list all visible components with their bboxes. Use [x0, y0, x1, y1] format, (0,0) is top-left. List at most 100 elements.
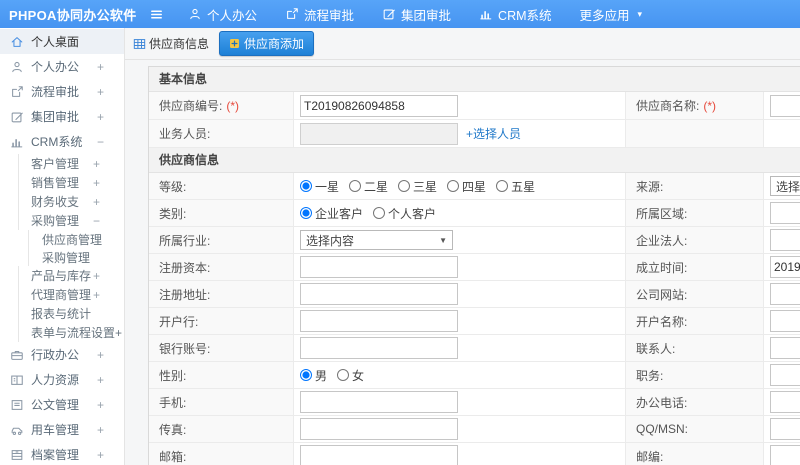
- nav-item-workflow-approval[interactable]: 流程审批: [285, 5, 354, 24]
- gender-radio-option-1[interactable]: 女: [337, 367, 364, 384]
- sidebar-item-purchasing[interactable]: 采购管理: [28, 248, 124, 266]
- sidebar-item-label: 产品与库存: [31, 269, 92, 283]
- sidebar-item-doc-mgmt[interactable]: 公文管理 +: [0, 392, 124, 417]
- level-radio-1[interactable]: [349, 180, 362, 192]
- sidebar-item-hr[interactable]: 人力资源 +: [0, 367, 124, 392]
- qq-msn-input[interactable]: [770, 418, 800, 440]
- gender-radio-0[interactable]: [300, 369, 312, 381]
- sidebar-item-product-inventory[interactable]: 产品与库存 +: [18, 266, 124, 285]
- level-radio-option-2[interactable]: 三星: [398, 178, 437, 195]
- sidebar-item-workflow-approval[interactable]: 流程审批 +: [0, 79, 124, 104]
- company-website-input[interactable]: [770, 283, 800, 305]
- contact-person-input[interactable]: [770, 337, 800, 359]
- expand-icon[interactable]: +: [93, 288, 100, 302]
- account-name-input[interactable]: [770, 310, 800, 332]
- fax-value-cell: [294, 416, 626, 442]
- source-select[interactable]: 选择内容▼: [770, 176, 800, 196]
- level-radio-3[interactable]: [447, 180, 460, 192]
- supplier-name-label: 供应商名称: (*): [626, 92, 764, 119]
- sidebar-item-agent-mgmt[interactable]: 代理商管理 +: [18, 285, 124, 304]
- sidebar-item-personal-office[interactable]: 个人办公 +: [0, 54, 124, 79]
- nav-item-more-apps[interactable]: 更多应用 ▾: [580, 5, 643, 24]
- category-value-cell: 企业客户 个人客户: [294, 200, 626, 226]
- field-label-text: 性别:: [159, 368, 187, 383]
- level-radio-0[interactable]: [300, 180, 312, 192]
- expand-icon[interactable]: +: [93, 157, 100, 171]
- email-value-cell: [294, 443, 626, 465]
- tab-supplier-info[interactable]: 供应商信息: [133, 35, 209, 52]
- business-staff-input[interactable]: [300, 122, 458, 145]
- sidebar-item-purchase-mgmt[interactable]: 采购管理 −: [18, 211, 124, 230]
- level-radio-4[interactable]: [496, 180, 509, 192]
- fax-input[interactable]: [300, 418, 458, 440]
- expand-icon[interactable]: +: [97, 448, 104, 462]
- legal-person-input[interactable]: [770, 229, 800, 251]
- founding-date-input[interactable]: [770, 256, 800, 278]
- sidebar-item-label: 采购管理: [31, 214, 80, 228]
- level-radio-2[interactable]: [398, 180, 411, 192]
- category-radio-0[interactable]: [300, 207, 312, 219]
- level-radio-option-3[interactable]: 四星: [447, 178, 486, 195]
- expand-icon[interactable]: +: [97, 85, 104, 99]
- collapse-icon[interactable]: −: [97, 135, 104, 149]
- sidebar-item-group-approval[interactable]: 集团审批 +: [0, 104, 124, 129]
- nav-item-personal-office[interactable]: 个人办公: [188, 5, 257, 24]
- select-value: 选择内容: [776, 179, 800, 194]
- bank-input[interactable]: [300, 310, 458, 332]
- expand-icon[interactable]: +: [97, 373, 104, 387]
- supplier-name-input[interactable]: [770, 94, 800, 117]
- nav-item-crm-system[interactable]: CRM系统: [479, 5, 552, 24]
- office-phone-input[interactable]: [770, 391, 800, 413]
- radio-label: 个人客户: [388, 206, 437, 221]
- category-radio-option-0[interactable]: 企业客户: [300, 205, 363, 222]
- expand-icon[interactable]: +: [93, 195, 100, 209]
- sidebar-item-supplier-mgmt[interactable]: 供应商管理: [28, 230, 124, 248]
- level-radio-option-1[interactable]: 二星: [349, 178, 388, 195]
- expand-icon[interactable]: +: [97, 423, 104, 437]
- registered-capital-input[interactable]: [300, 256, 458, 278]
- sidebar-item-customer-mgmt[interactable]: 客户管理 +: [18, 154, 124, 173]
- sidebar-item-form-flow-settings[interactable]: 表单与流程设置+: [18, 323, 124, 342]
- sidebar-item-finance[interactable]: 财务收支 +: [18, 192, 124, 211]
- sidebar-item-archive-mgmt[interactable]: 档案管理 +: [0, 442, 124, 465]
- expand-icon[interactable]: +: [93, 269, 100, 283]
- job-title-input[interactable]: [770, 364, 800, 386]
- sidebar-item-reports[interactable]: 报表与统计: [18, 304, 124, 323]
- collapse-icon[interactable]: −: [93, 214, 100, 228]
- fax-label: 传真:: [149, 416, 294, 442]
- sidebar-item-sales-mgmt[interactable]: 销售管理 +: [18, 173, 124, 192]
- mobile-input[interactable]: [300, 391, 458, 413]
- nav-item-group-approval[interactable]: 集团审批: [382, 5, 451, 24]
- industry-select[interactable]: 选择内容 ▼: [300, 230, 453, 250]
- registered-address-label: 注册地址:: [149, 281, 294, 307]
- region-input[interactable]: [770, 202, 800, 224]
- category-radio-option-1[interactable]: 个人客户: [373, 205, 436, 222]
- hamburger-menu-icon[interactable]: [149, 7, 164, 22]
- sidebar-item-crm-system[interactable]: CRM系统 −: [0, 129, 124, 154]
- registered-address-input[interactable]: [300, 283, 458, 305]
- gender-radio-option-0[interactable]: 男: [300, 367, 327, 384]
- category-radio-1[interactable]: [373, 207, 386, 219]
- level-radio-option-4[interactable]: 五星: [496, 178, 535, 195]
- source-label: 来源:: [626, 173, 764, 199]
- business-staff-label: 业务人员:: [149, 120, 294, 147]
- business-staff-link[interactable]: +选择人员: [466, 125, 521, 142]
- sidebar-item-label: 销售管理: [31, 176, 80, 190]
- level-radio-option-0[interactable]: 一星: [300, 178, 339, 195]
- expand-icon[interactable]: +: [97, 398, 104, 412]
- account-name-label: 开户名称:: [626, 308, 764, 334]
- email-input[interactable]: [300, 445, 458, 465]
- sidebar-item-personal-desktop[interactable]: 个人桌面: [0, 29, 124, 54]
- expand-icon[interactable]: +: [97, 348, 104, 362]
- tab-supplier-add[interactable]: 供应商添加: [219, 31, 315, 56]
- sidebar-item-admin-office[interactable]: 行政办公 +: [0, 342, 124, 367]
- expand-icon[interactable]: +: [97, 60, 104, 74]
- postcode-input[interactable]: [770, 445, 800, 465]
- gender-radio-1[interactable]: [337, 369, 350, 381]
- expand-icon[interactable]: +: [93, 176, 100, 190]
- expand-icon[interactable]: +: [97, 110, 104, 124]
- bank-account-input[interactable]: [300, 337, 458, 359]
- supplier-code-input[interactable]: [300, 94, 458, 117]
- field-label-text: 供应商名称:: [636, 99, 700, 113]
- sidebar-item-vehicle-mgmt[interactable]: 用车管理 +: [0, 417, 124, 442]
